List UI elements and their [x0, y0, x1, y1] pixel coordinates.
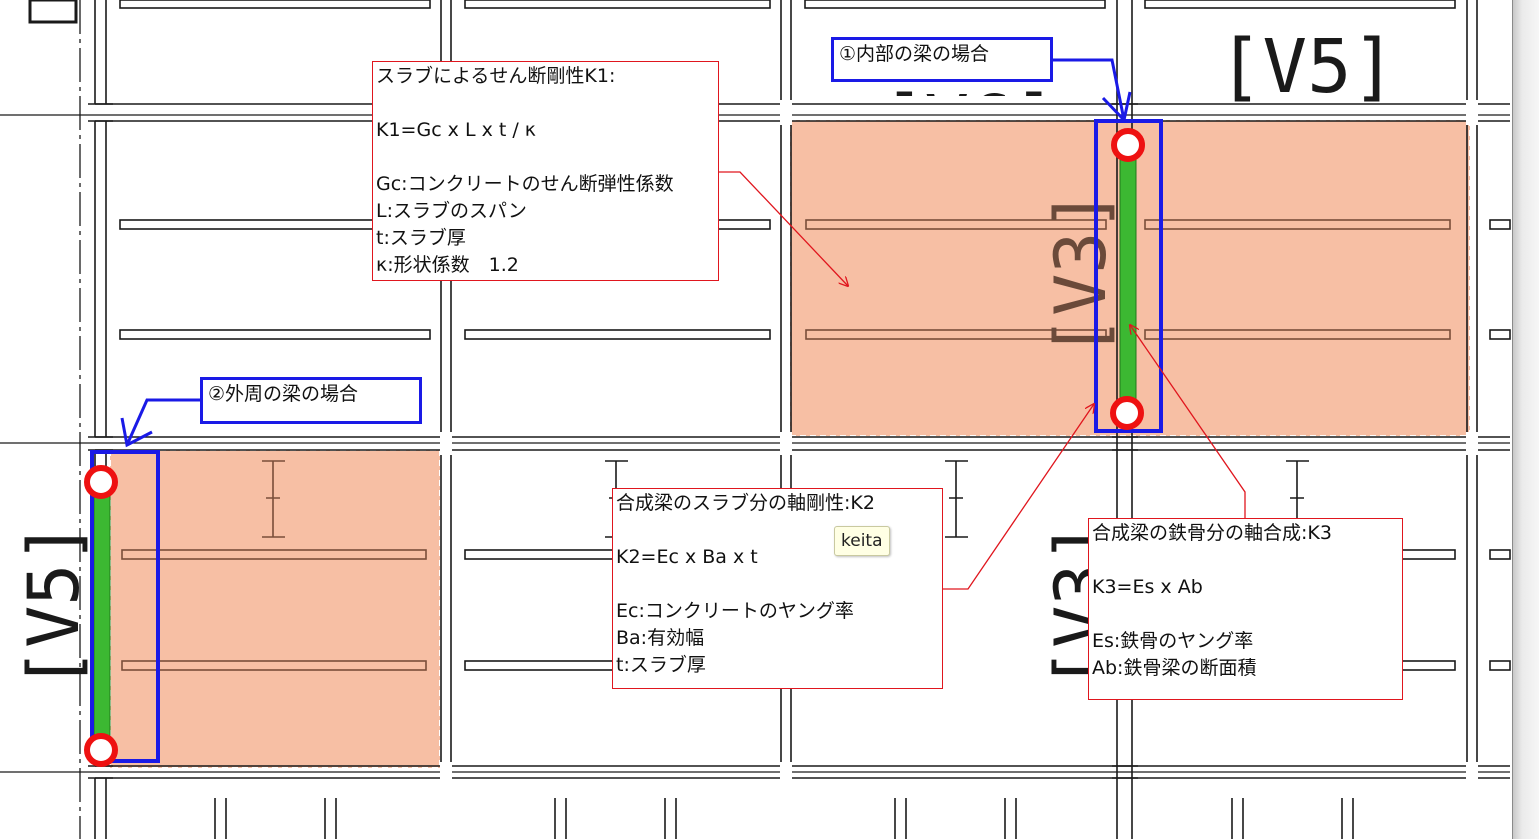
- callout-pointer-interior: [1052, 58, 1132, 124]
- composite-beam-perimeter: [93, 484, 111, 748]
- note-k1-line: L:スラブのスパン: [376, 200, 527, 222]
- grid-label-v5-top-right: [V5]: [1218, 24, 1396, 110]
- note-k1-line: t:スラブ厚: [376, 227, 466, 249]
- note-k1-title: スラブによるせん断剛性K1:: [376, 65, 616, 87]
- callout-pointer-perimeter: [120, 398, 200, 448]
- user-tooltip: keita: [834, 526, 890, 556]
- callout-perimeter-beam: ②外周の梁の場合: [200, 377, 422, 424]
- callout-interior-beam: ①内部の梁の場合: [831, 37, 1053, 82]
- note-k1-line: Gc:コンクリートのせん断弾性係数: [376, 173, 674, 195]
- composite-beam-interior: [1119, 149, 1137, 413]
- note-k3-title: 合成梁の鉄骨分の軸合成:K3: [1092, 522, 1332, 544]
- note-k2: 合成梁のスラブ分の軸剛性:K2 K2=Ec x Ba x t Ec:コンクリート…: [612, 488, 943, 689]
- note-k2-line: Ba:有効幅: [616, 627, 705, 649]
- note-k3-formula: K3=Es x Ab: [1092, 576, 1203, 598]
- grid-label-v3-upper: [V3]: [1040, 189, 1122, 358]
- note-k2-formula: K2=Ec x Ba x t: [616, 546, 758, 568]
- note-k3: 合成梁の鉄骨分の軸合成:K3 K3=Es x Ab Es:鉄骨のヤング率 Ab:…: [1088, 518, 1403, 700]
- grid-label-mark-left: [28, 0, 78, 24]
- note-k2-title: 合成梁のスラブ分の軸剛性:K2: [616, 492, 875, 514]
- note-k3-line: Es:鉄骨のヤング率: [1092, 630, 1254, 652]
- note-k1: スラブによるせん断剛性K1: K1=Gc x L x t / κ Gc:コンクリ…: [372, 61, 719, 281]
- note-k3-line: Ab:鉄骨梁の断面積: [1092, 657, 1257, 679]
- grid-label-v5-left: [V5]: [13, 521, 95, 690]
- note-k2-line: t:スラブ厚: [616, 654, 706, 676]
- note-k2-line: Ec:コンクリートのヤング率: [616, 600, 854, 622]
- note-k1-formula: K1=Gc x L x t / κ: [376, 119, 536, 141]
- note-k1-line: κ:形状係数 1.2: [376, 254, 519, 276]
- vertical-scrollbar[interactable]: [1512, 0, 1539, 839]
